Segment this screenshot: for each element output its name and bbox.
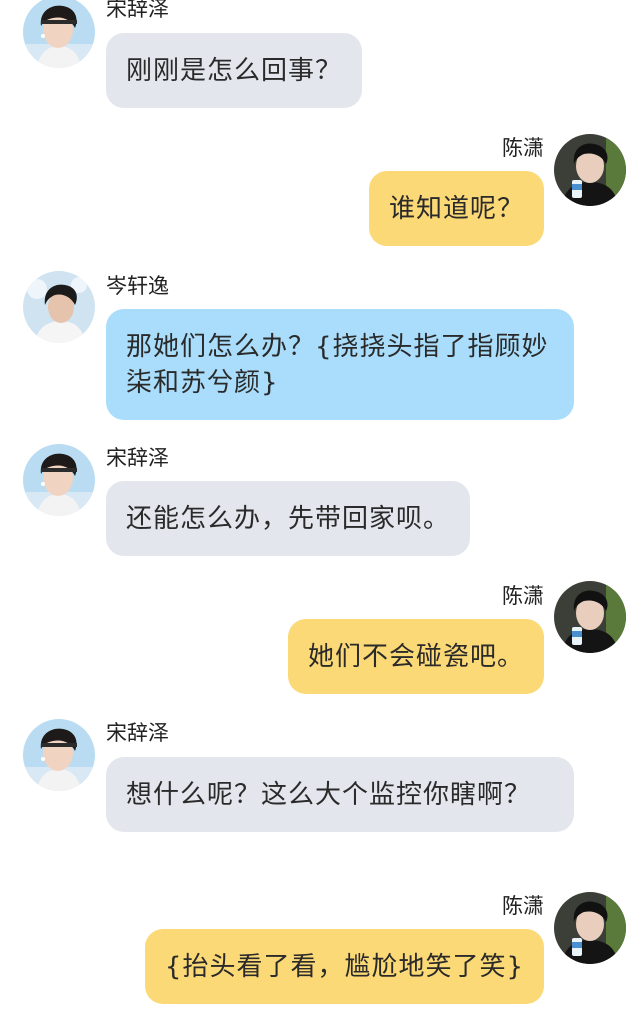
chat-thread: 宋辞泽 刚刚是怎么回事？ 陈潇 谁知道呢？ 岑轩逸 那她们怎么办？{挠挠头指了指… <box>0 0 640 1011</box>
sender-name: 陈潇 <box>502 136 544 160</box>
sender-name: 宋辞泽 <box>106 0 169 21</box>
chen-xiao-avatar-icon <box>554 134 626 206</box>
sender-name: 岑轩逸 <box>106 274 169 298</box>
chen-xiao-avatar-icon <box>554 892 626 964</box>
message-bubble[interactable]: 还能怎么办，先带回家呗。 <box>106 481 471 556</box>
song-cize-avatar-icon <box>23 0 95 68</box>
avatar[interactable] <box>23 444 95 516</box>
message-bubble[interactable]: 想什么呢？这么大个监控你瞎啊？ <box>106 757 574 832</box>
avatar[interactable] <box>23 0 95 68</box>
avatar[interactable] <box>554 892 626 964</box>
message-bubble[interactable]: 她们不会碰瓷吧。 <box>287 619 544 694</box>
message-bubble[interactable]: 谁知道呢？ <box>368 171 544 246</box>
sender-name: 宋辞泽 <box>106 721 169 745</box>
sender-name: 宋辞泽 <box>106 446 169 470</box>
song-cize-avatar-icon <box>23 444 95 516</box>
sender-name: 陈潇 <box>502 894 544 918</box>
chen-xiao-avatar-icon <box>554 581 626 653</box>
cen-xuanyi-avatar-icon <box>23 271 95 343</box>
avatar[interactable] <box>23 719 95 791</box>
message-bubble[interactable]: 那她们怎么办？{挠挠头指了指顾妙柒和苏兮颜} <box>106 309 574 420</box>
avatar[interactable] <box>23 271 95 343</box>
sender-name: 陈潇 <box>502 584 544 608</box>
song-cize-avatar-icon <box>23 719 95 791</box>
avatar[interactable] <box>554 134 626 206</box>
message-bubble[interactable]: {抬头看了看，尴尬地笑了笑} <box>144 929 544 1004</box>
message-bubble[interactable]: 刚刚是怎么回事？ <box>106 33 363 108</box>
avatar[interactable] <box>554 581 626 653</box>
